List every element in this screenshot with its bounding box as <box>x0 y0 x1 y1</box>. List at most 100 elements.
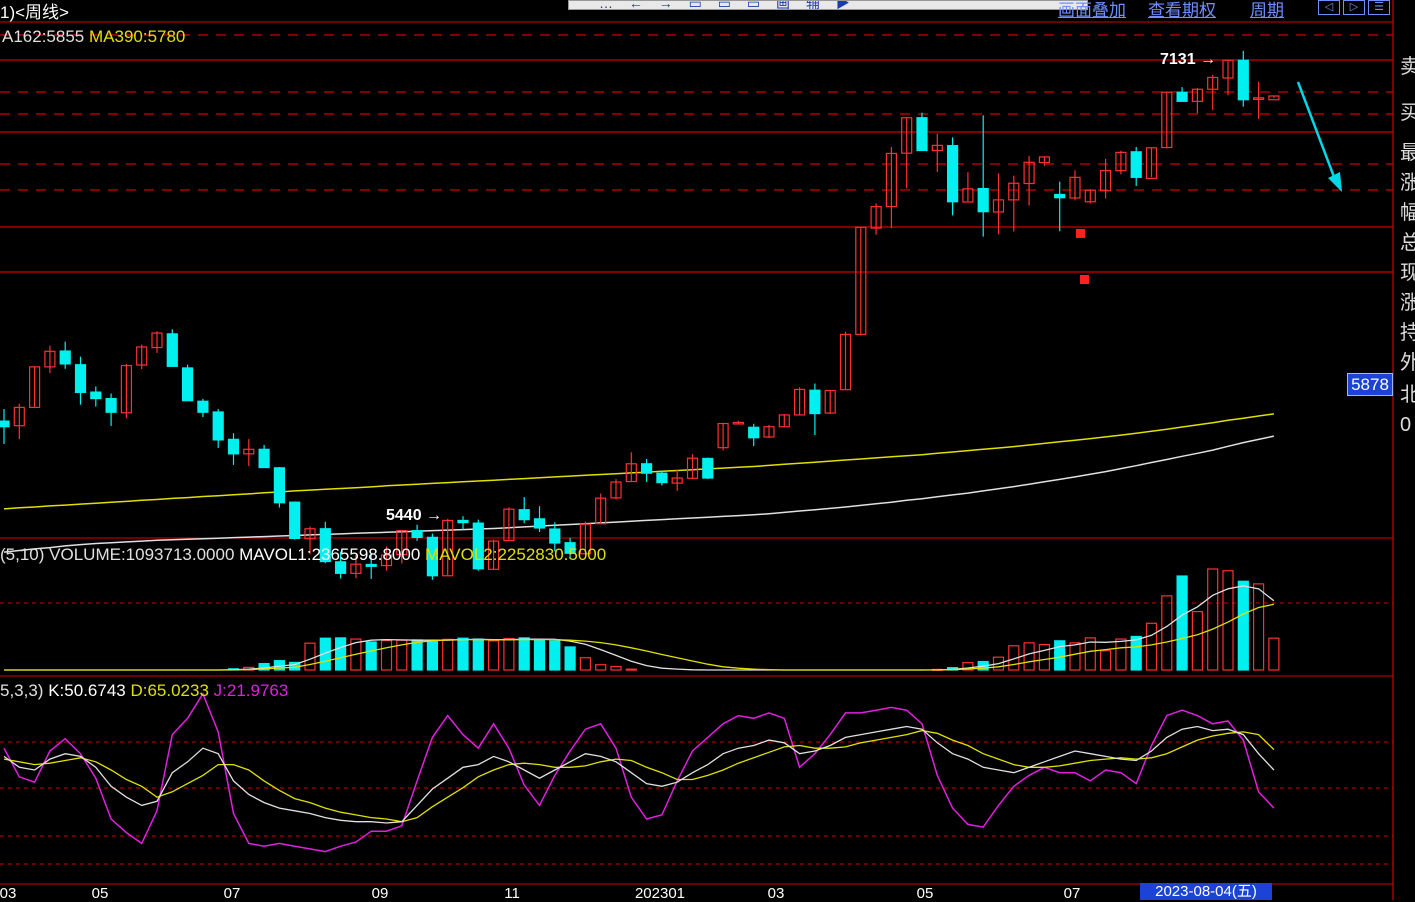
candle-body <box>640 463 653 474</box>
candlestick <box>1084 189 1096 204</box>
volume-bar <box>1054 640 1066 671</box>
ma162-value: A162:5855 <box>2 27 85 46</box>
volume-bar <box>549 640 561 671</box>
candlestick <box>1115 150 1127 175</box>
candlestick <box>931 133 943 172</box>
side-panel-label: 外 <box>1400 352 1415 374</box>
kline-chart[interactable]: 7131 → 5440 → <box>0 0 1415 900</box>
volume-bar <box>1130 635 1142 671</box>
volume-bars <box>4 568 1280 672</box>
x-axis-label: 07 <box>1063 885 1081 902</box>
candlestick <box>916 112 928 152</box>
candle-body <box>411 530 423 538</box>
candlestick <box>1023 155 1035 206</box>
candlestick <box>1252 81 1265 119</box>
candlestick <box>197 398 209 418</box>
side-panel-label: 0 <box>1400 414 1412 436</box>
current-price-tag: 5878 <box>1347 373 1393 396</box>
candlestick <box>74 356 87 405</box>
candlestick <box>166 329 178 367</box>
x-axis-label: 03 <box>767 885 785 902</box>
candle-body <box>90 391 102 400</box>
toolbar-glyphs: … ← → ▭ ▭ ▭ 画 辅 ▶ <box>599 0 856 10</box>
candle-body <box>809 389 821 415</box>
candlestick <box>824 389 836 414</box>
candle-body <box>74 364 87 393</box>
volume-bar <box>579 657 592 671</box>
volume-bar <box>304 642 316 671</box>
candlestick <box>243 439 255 466</box>
candlestick <box>1237 50 1249 107</box>
candlestick <box>656 470 668 486</box>
chart-title: 1)<周线> <box>0 3 69 22</box>
candlestick <box>1054 181 1066 232</box>
candlestick <box>702 457 714 480</box>
ma390-value: MA390:5780 <box>88 27 186 46</box>
volume-legend: (5,10) VOLUME:1093713.0000 MAVOL1:236559… <box>0 545 606 565</box>
ma162-line <box>3 413 1275 510</box>
candle-body <box>656 472 668 484</box>
candlestick <box>44 345 56 374</box>
volume-bar <box>1069 642 1081 671</box>
x-axis-label: 202301 <box>634 885 686 902</box>
candle-body <box>1237 59 1249 101</box>
candlestick <box>763 424 775 439</box>
candlestick <box>1008 175 1020 232</box>
mavol2-value: MAVOL2:2252830.5000 <box>425 545 607 564</box>
volume-bar <box>472 638 484 671</box>
volume-bar <box>1038 644 1051 671</box>
mavol1-value: MAVOL1:2365598.8000 <box>239 545 421 564</box>
volume-bar <box>518 637 530 671</box>
candlesticks <box>0 50 1280 580</box>
candle-body <box>702 457 714 479</box>
candle-body <box>227 438 240 455</box>
kdj-k-value: K:50.6743 <box>48 681 126 700</box>
candle-body <box>1176 91 1188 102</box>
candlestick <box>136 344 148 370</box>
candlestick <box>977 115 989 237</box>
candle-body <box>212 411 224 441</box>
candlestick <box>610 479 622 500</box>
side-panel-label: 卖 <box>1400 56 1415 78</box>
candlestick <box>839 331 852 391</box>
volume-bar <box>442 638 454 671</box>
period-link[interactable]: 周期 <box>1250 0 1284 21</box>
candlestick <box>90 386 102 407</box>
nav-list-icon[interactable]: ☰ <box>1368 0 1390 15</box>
candlestick <box>273 467 285 508</box>
volume-bar <box>1115 638 1127 671</box>
volume-bar <box>457 637 469 671</box>
candlestick <box>793 387 806 416</box>
candlestick <box>457 516 469 530</box>
volume-bar <box>610 665 622 671</box>
candlestick <box>732 420 745 425</box>
volume-bar <box>335 637 347 671</box>
volume-bar <box>380 639 393 671</box>
options-link[interactable]: 查看期权 <box>1148 0 1216 21</box>
candlestick <box>212 409 224 448</box>
drawing-toolbar[interactable]: … ← → ▭ ▭ ▭ 画 辅 ▶ <box>568 0 1088 10</box>
candle-body <box>105 397 117 413</box>
overlay-link[interactable]: 画面叠加 <box>1058 0 1126 21</box>
nav-right-icon[interactable]: ▷ <box>1343 0 1365 15</box>
candle-body <box>182 367 194 402</box>
x-axis-label: 09 <box>371 885 389 902</box>
side-panel-label: 涨 <box>1400 172 1415 194</box>
nav-left-icon[interactable]: ◁ <box>1318 0 1340 15</box>
x-axis-label: 05 <box>91 885 109 902</box>
signal-marker <box>1080 275 1089 284</box>
x-axis-label: 05 <box>916 885 934 902</box>
candlestick <box>1099 158 1112 199</box>
candlestick <box>870 203 882 235</box>
volume-bar <box>1099 650 1112 671</box>
trend-arrow-head <box>1328 172 1342 192</box>
kdj-d-value: D:65.0233 <box>130 681 209 700</box>
side-panel-label: 北 <box>1400 384 1415 406</box>
kdj-j-value: J:21.9763 <box>213 681 289 700</box>
candle-body <box>916 117 928 152</box>
candle-body <box>258 448 270 469</box>
volume-bar <box>1145 622 1158 671</box>
candlestick <box>901 117 913 189</box>
mavol1-line <box>4 585 1275 671</box>
candlestick <box>717 422 729 451</box>
